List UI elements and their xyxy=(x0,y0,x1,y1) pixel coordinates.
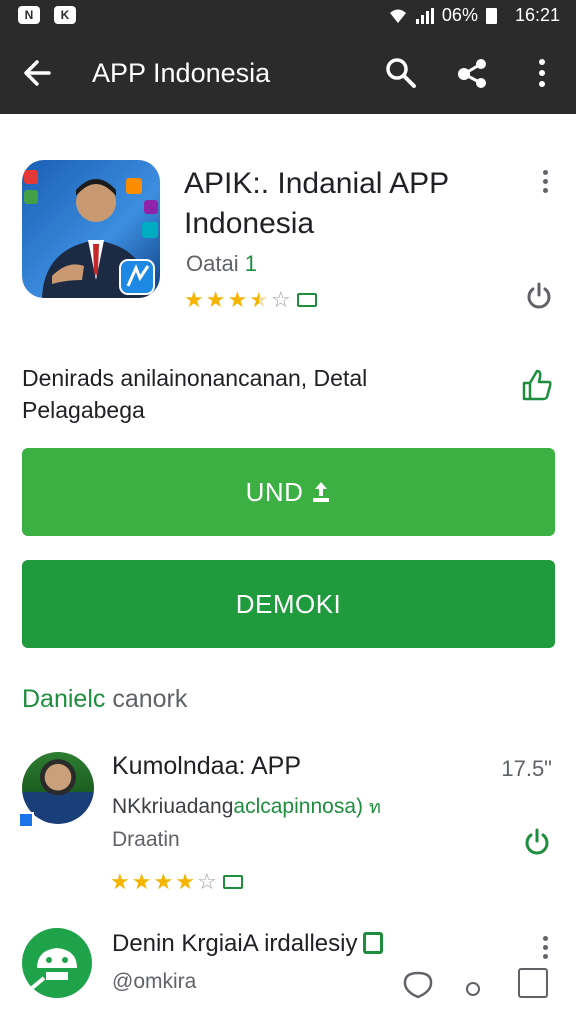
clock: 16:21 xyxy=(514,5,560,25)
app-icon xyxy=(22,160,160,298)
battery-icon xyxy=(485,7,497,24)
section-title: Danielc canork xyxy=(22,685,187,714)
signal-icon xyxy=(415,7,434,24)
star-icon: ★ xyxy=(205,287,226,312)
nav-recent-icon[interactable] xyxy=(518,968,548,998)
subtitle-accent: aclcapinnosa) xyxy=(233,795,363,818)
app-rating: ★ ★ ★ ★ ☆ xyxy=(184,288,317,312)
notification-n-icon: N xyxy=(18,6,40,24)
subtitle-glyph: ท xyxy=(369,797,381,817)
demo-button[interactable]: DEMOKI xyxy=(22,560,555,648)
install-button[interactable]: UND xyxy=(22,448,555,536)
wifi-icon xyxy=(389,9,406,23)
overflow-menu-icon[interactable] xyxy=(540,936,550,964)
demo-button-label: DEMOKI xyxy=(235,588,342,619)
app-description: Denirads anilainonancanan, Detal Pelagab… xyxy=(22,365,368,423)
star-icon: ★ xyxy=(153,869,174,894)
status-indicators: 06% 16:21 xyxy=(388,5,560,26)
share-icon[interactable] xyxy=(456,56,490,90)
search-icon[interactable] xyxy=(384,56,418,90)
list-item-meta: Draatin xyxy=(112,828,180,851)
developer-suffix: 1 xyxy=(244,251,257,276)
half-star-icon: ★ xyxy=(249,287,269,312)
list-item-subtitle: @omkira xyxy=(112,970,197,993)
star-icon: ★ xyxy=(131,869,152,894)
app-name: APIK:. Indanial APP Indonesia xyxy=(184,167,449,240)
back-arrow-icon[interactable] xyxy=(22,56,52,90)
overflow-menu-icon[interactable] xyxy=(540,170,550,198)
verified-badge-icon xyxy=(18,812,34,828)
list-item-size: 17.5" xyxy=(501,756,552,781)
power-icon[interactable] xyxy=(524,280,554,310)
star-icon: ★ xyxy=(184,287,204,312)
star-icon: ★ xyxy=(110,869,130,894)
section-title-rest: canork xyxy=(105,685,188,713)
app-bar: APP Indonesia xyxy=(0,34,576,114)
more-vert-icon[interactable] xyxy=(532,56,552,90)
app-bar-title: APP Indonesia xyxy=(92,58,271,88)
app-logo-icon xyxy=(30,948,77,990)
avatar[interactable] xyxy=(22,928,92,998)
developer-prefix: Oatai xyxy=(186,251,245,276)
list-item-title-text: Denin KrgiaiA irdallesiy xyxy=(112,930,358,957)
section-title-accent: Danielc xyxy=(22,685,106,713)
install-button-label: UND xyxy=(245,476,304,507)
star-icon: ★ xyxy=(175,869,195,894)
power-icon[interactable] xyxy=(522,826,552,856)
tag-icon xyxy=(363,932,384,954)
nav-back-icon[interactable] xyxy=(402,970,434,1000)
subtitle-prefix: NKkriuadang xyxy=(112,795,234,818)
upload-icon xyxy=(313,482,330,502)
empty-star-icon: ☆ xyxy=(196,869,217,894)
badge-icon xyxy=(296,293,317,307)
notification-k-icon: K xyxy=(54,6,76,24)
badge-icon xyxy=(222,875,243,889)
list-item-subtitle: NKkriuadangaclcapinnosa) ท xyxy=(112,792,381,821)
star-icon: ★ xyxy=(227,287,248,312)
notification-icons: N K xyxy=(18,6,76,24)
list-item-title[interactable]: Kumolndaa: APP xyxy=(112,752,301,781)
status-bar: N K 06% 16:21 xyxy=(0,0,576,34)
developer-name[interactable]: Oatai 1 xyxy=(186,251,257,277)
app-icon-artwork xyxy=(24,170,158,298)
nav-home-icon[interactable] xyxy=(466,982,480,996)
empty-star-icon: ☆ xyxy=(270,287,291,312)
list-item-rating: ★ ★ ★ ★ ☆ xyxy=(110,870,243,894)
battery-percent: 06% xyxy=(441,5,478,25)
list-item-title[interactable]: Denin KrgiaiA irdallesiy xyxy=(112,930,384,958)
thumb-up-icon[interactable] xyxy=(520,368,554,402)
